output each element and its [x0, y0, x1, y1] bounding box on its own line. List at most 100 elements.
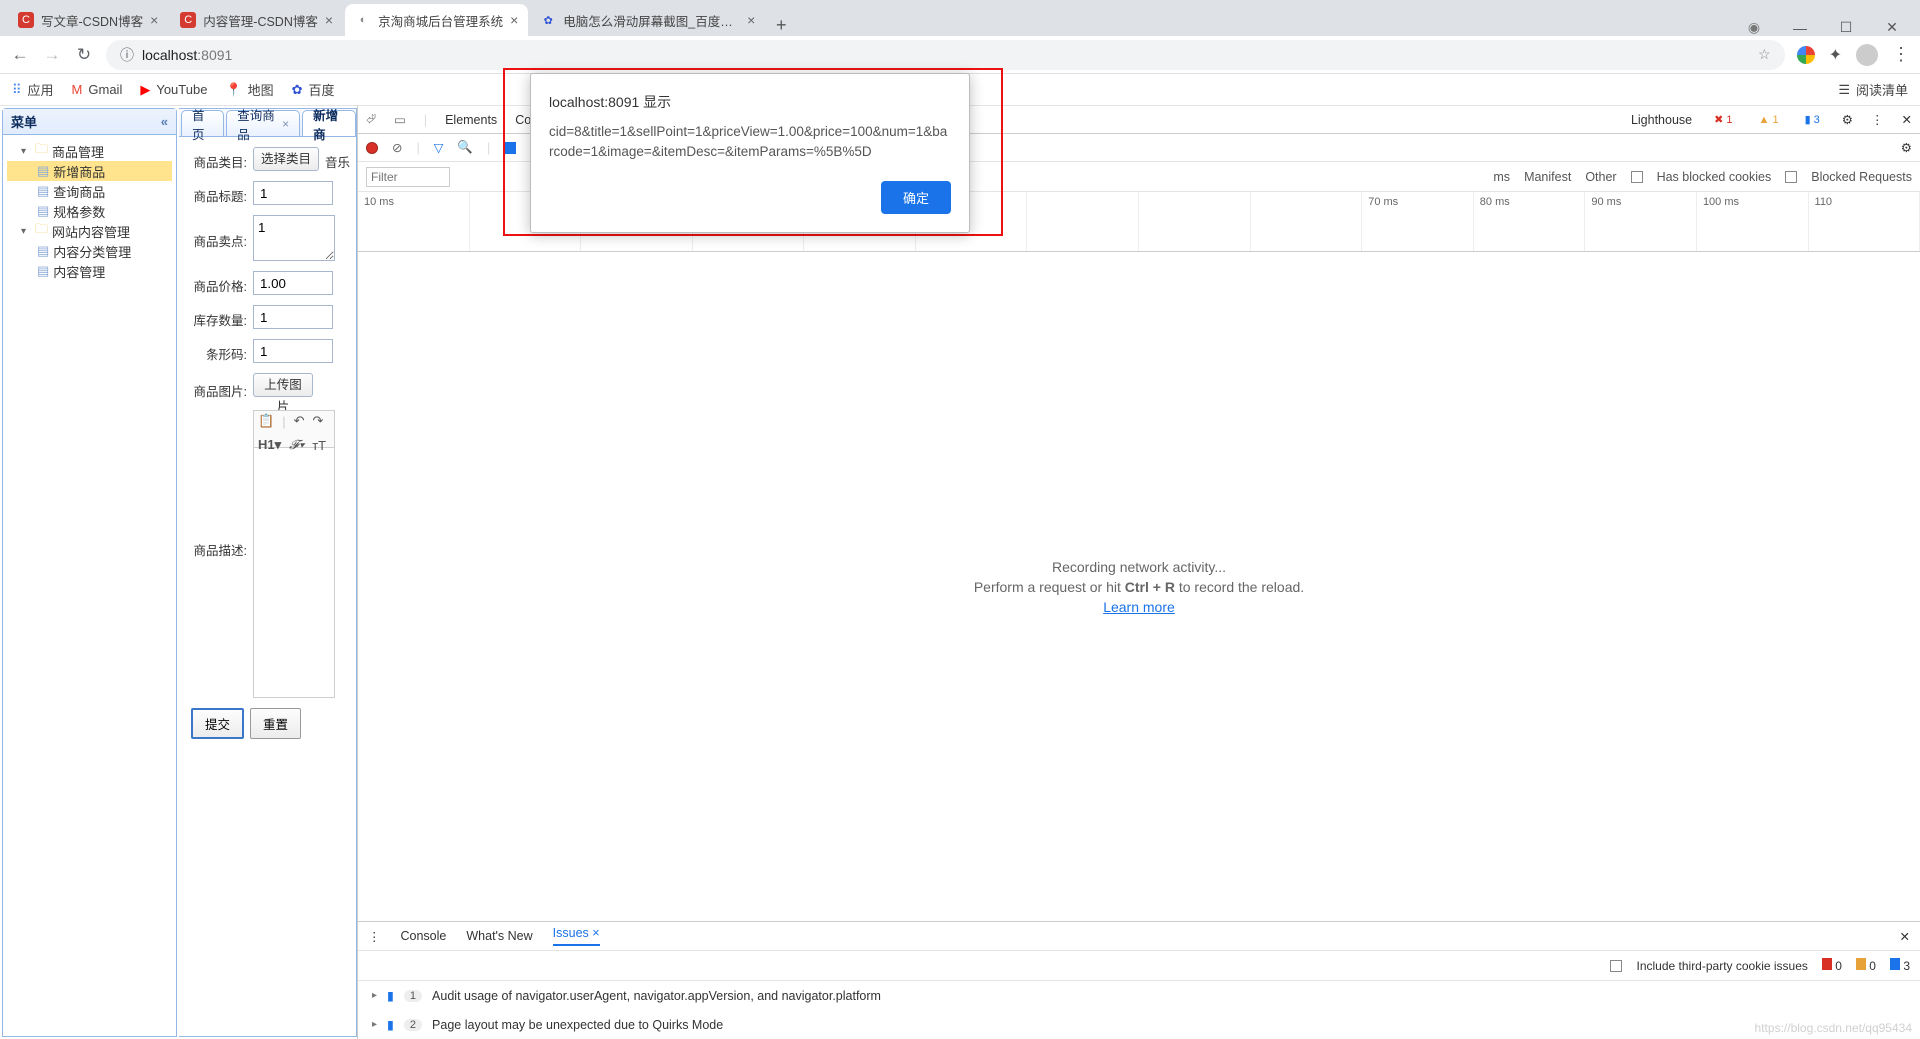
chevron-right-icon: ▸: [372, 1019, 377, 1030]
tab-lighthouse[interactable]: Lighthouse: [1631, 113, 1692, 127]
device-icon[interactable]: ▭: [394, 112, 406, 127]
close-drawer-icon[interactable]: ✕: [1900, 929, 1910, 944]
maximize-icon[interactable]: ☐: [1832, 19, 1860, 36]
filter-icon[interactable]: ▽: [434, 140, 444, 155]
textsize-dropdown[interactable]: ᴛT: [312, 438, 326, 453]
tab-title: 写文章-CSDN博客: [41, 11, 143, 30]
reading-list[interactable]: ☰阅读清单: [1838, 80, 1908, 99]
label-desc: 商品描述:: [185, 410, 247, 559]
filter-input[interactable]: [366, 167, 450, 187]
filter-manifest[interactable]: Manifest: [1524, 170, 1571, 184]
submit-button[interactable]: 提交: [191, 708, 244, 739]
close-tab-icon[interactable]: ×: [510, 12, 518, 28]
issue-text: Page layout may be unexpected due to Qui…: [432, 1018, 723, 1032]
upload-pic-button[interactable]: 上传图片: [253, 373, 313, 397]
drawer-options: Include third-party cookie issues 0 0 3: [358, 951, 1920, 981]
bookmark-gmail[interactable]: MGmail: [72, 82, 123, 97]
drawer-kebab-icon[interactable]: ⋮: [368, 929, 381, 944]
forward-button[interactable]: →: [42, 45, 62, 65]
info-count[interactable]: ▮ 3: [1801, 113, 1824, 126]
chrome-tab-0[interactable]: C 写文章-CSDN博客 ×: [8, 4, 168, 36]
minimize-icon[interactable]: —: [1786, 20, 1814, 36]
tree-cat-mgr[interactable]: ▤内容分类管理: [7, 241, 172, 261]
issue-row[interactable]: ▸ ▮ 1 Audit usage of navigator.userAgent…: [358, 981, 1920, 1010]
close-tab-icon[interactable]: ×: [325, 12, 333, 28]
profile-icon[interactable]: [1856, 44, 1878, 66]
paste-icon[interactable]: 📋: [258, 413, 274, 429]
reload-button[interactable]: ↻: [74, 45, 94, 65]
search-icon[interactable]: 🔍: [457, 140, 473, 155]
record-icon[interactable]: [366, 142, 378, 154]
tree-query-goods[interactable]: ▤查询商品: [7, 181, 172, 201]
blocked-req-checkbox[interactable]: [1785, 171, 1797, 183]
close-icon[interactable]: ×: [282, 117, 289, 131]
folder-icon: 🗀: [35, 140, 48, 162]
site-info-icon[interactable]: ⓘ: [120, 45, 134, 65]
extension-icon[interactable]: [1797, 46, 1815, 64]
drawer-issues[interactable]: Issues ×: [553, 926, 600, 946]
warning-count[interactable]: ▲ 1: [1755, 114, 1783, 126]
title-input[interactable]: [253, 181, 333, 205]
stock-input[interactable]: [253, 305, 333, 329]
youtube-icon: ▶: [140, 82, 150, 98]
file-icon: ▤: [37, 183, 49, 199]
tree-site-mgr[interactable]: ▾🗀网站内容管理: [7, 221, 172, 241]
collapse-icon[interactable]: «: [161, 114, 168, 129]
favicon-csdn: C: [180, 12, 196, 28]
tree-content-mgr[interactable]: ▤内容管理: [7, 261, 172, 281]
gear-icon[interactable]: ⚙: [1901, 140, 1912, 155]
account-icon[interactable]: ◉: [1740, 19, 1768, 36]
back-button[interactable]: ←: [10, 45, 30, 65]
apps-shortcut[interactable]: ⠿应用: [12, 80, 54, 99]
address-bar[interactable]: ⓘ localhost:8091 ☆: [106, 40, 1785, 70]
third-party-checkbox[interactable]: [1610, 960, 1622, 972]
reset-button[interactable]: 重置: [250, 708, 301, 739]
undo-icon[interactable]: ↶: [294, 413, 305, 429]
bookmark-youtube[interactable]: ▶YouTube: [140, 82, 207, 98]
barcode-input[interactable]: [253, 339, 333, 363]
preserve-log-checkbox[interactable]: [504, 142, 516, 154]
chrome-tab-1[interactable]: C 内容管理-CSDN博客 ×: [170, 4, 343, 36]
tab-home[interactable]: 首页: [181, 110, 224, 136]
font-dropdown[interactable]: 𝓕▾: [289, 437, 304, 453]
inspect-icon[interactable]: ⮰: [366, 112, 376, 127]
drawer-whatsnew[interactable]: What's New: [466, 929, 532, 943]
issue-row[interactable]: ▸ ▮ 2 Page layout may be unexpected due …: [358, 1010, 1920, 1039]
chrome-menu-icon[interactable]: ⋮: [1892, 44, 1910, 65]
bookmark-map[interactable]: 📍地图: [225, 80, 273, 99]
blocked-cookies-checkbox[interactable]: [1631, 171, 1643, 183]
file-icon: ▤: [37, 203, 49, 219]
drawer-console[interactable]: Console: [401, 929, 447, 943]
bookmark-baidu[interactable]: ✿百度: [292, 80, 335, 99]
clear-icon[interactable]: ⊘: [392, 140, 402, 155]
close-window-icon[interactable]: ✕: [1878, 19, 1906, 36]
close-devtools-icon[interactable]: ✕: [1902, 112, 1912, 127]
error-count[interactable]: ✖ 1: [1710, 113, 1736, 126]
extensions-icon[interactable]: ✦: [1829, 45, 1842, 65]
learn-more-link[interactable]: Learn more: [1103, 599, 1175, 615]
star-icon[interactable]: ☆: [1758, 46, 1771, 63]
sellpoint-textarea[interactable]: 1: [253, 215, 335, 261]
new-tab-button[interactable]: +: [767, 15, 795, 36]
tab-add[interactable]: 新增商: [302, 110, 356, 136]
count-yellow: 0: [1856, 958, 1876, 973]
select-category-button[interactable]: 选择类目: [253, 147, 319, 171]
tree-spec-param[interactable]: ▤规格参数: [7, 201, 172, 221]
kebab-icon[interactable]: ⋮: [1871, 112, 1884, 127]
close-icon[interactable]: ×: [592, 926, 599, 940]
chrome-tab-3[interactable]: ✿ 电脑怎么滑动屏幕截图_百度搜索 ×: [530, 4, 765, 36]
price-input[interactable]: [253, 271, 333, 295]
tree-add-goods[interactable]: ▤新增商品: [7, 161, 172, 181]
redo-icon[interactable]: ↷: [312, 413, 323, 429]
gear-icon[interactable]: ⚙: [1842, 112, 1853, 127]
alert-ok-button[interactable]: 确定: [881, 181, 951, 214]
heading-dropdown[interactable]: H1▾: [258, 437, 281, 453]
chrome-tab-2[interactable]: ◐ 京淘商城后台管理系统 ×: [345, 4, 528, 36]
filter-other[interactable]: Other: [1585, 170, 1616, 184]
tab-query[interactable]: 查询商品×: [226, 110, 300, 136]
tab-elements[interactable]: Elements: [445, 113, 497, 127]
tree-goods-mgr[interactable]: ▾🗀商品管理: [7, 141, 172, 161]
close-tab-icon[interactable]: ×: [150, 12, 158, 28]
editor-body[interactable]: [253, 448, 335, 698]
close-tab-icon[interactable]: ×: [747, 12, 755, 28]
